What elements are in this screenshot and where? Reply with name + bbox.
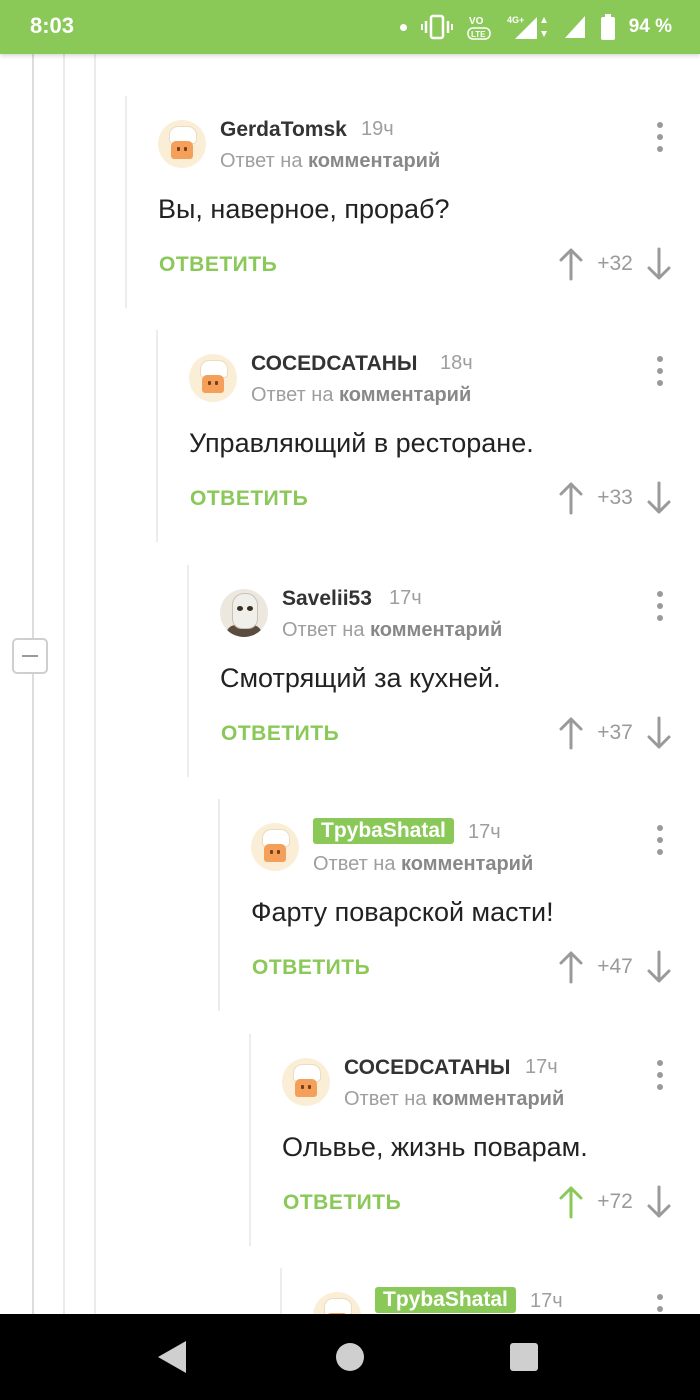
downvote-arrow-icon[interactable] xyxy=(646,247,672,281)
comment-score: +47 xyxy=(597,955,633,978)
avatar[interactable] xyxy=(189,354,237,402)
comment-score: +37 xyxy=(597,721,633,744)
vote-controls: +33 xyxy=(558,478,672,518)
avatar[interactable] xyxy=(251,823,299,871)
more-options-icon[interactable] xyxy=(656,591,664,621)
battery-icon xyxy=(600,14,615,40)
reply-to: Ответ на комментарий xyxy=(344,1088,565,1110)
comment-text: Смотрящий за кухней. xyxy=(220,663,501,693)
comment-time: 17ч xyxy=(525,1056,558,1078)
downvote-arrow-icon[interactable] xyxy=(646,1185,672,1219)
recents-icon[interactable] xyxy=(510,1343,538,1371)
vote-controls: +72 xyxy=(558,1182,672,1222)
avatar[interactable] xyxy=(220,589,268,637)
comment-time: 17ч xyxy=(468,821,501,843)
signal-4g-icon: 4G+ xyxy=(507,15,547,39)
minus-icon xyxy=(22,655,38,657)
username[interactable]: СОСЕDСАТАНЫ xyxy=(344,1056,510,1080)
comment-score: +33 xyxy=(597,486,633,509)
more-options-icon[interactable] xyxy=(656,122,664,152)
comment: СОСЕDСАТАНЫ 18ч Ответ на комментарий Упр… xyxy=(156,330,700,542)
svg-text:LTE: LTE xyxy=(471,30,486,39)
comment: Savelii53 17ч Ответ на комментарий Смотр… xyxy=(187,565,700,777)
signal-icon xyxy=(564,16,585,38)
notification-dot-icon xyxy=(399,23,407,31)
username[interactable]: TpybaShatal xyxy=(313,818,454,844)
reply-to-link[interactable]: комментарий xyxy=(401,853,533,875)
comment-text: Вы, наверное, прораб? xyxy=(158,194,450,224)
username[interactable]: СОСЕDСАТАНЫ xyxy=(251,352,417,376)
more-options-icon[interactable] xyxy=(656,1060,664,1090)
comment-text: Фарту поварской масти! xyxy=(251,897,554,927)
avatar[interactable] xyxy=(282,1058,330,1106)
vote-controls: +32 xyxy=(558,244,672,284)
username[interactable]: GerdaTomsk xyxy=(220,118,347,142)
comment-time: 18ч xyxy=(440,352,473,374)
downvote-arrow-icon[interactable] xyxy=(646,716,672,750)
reply-to: Ответ на комментарий xyxy=(282,619,503,641)
downvote-arrow-icon[interactable] xyxy=(646,950,672,984)
upvote-arrow-icon[interactable] xyxy=(558,716,584,750)
reply-to-link[interactable]: комментарий xyxy=(432,1088,564,1110)
reply-to-link[interactable]: комментарий xyxy=(308,150,440,172)
comment-text: Ольвье, жизнь поварам. xyxy=(282,1132,588,1162)
vote-controls: +47 xyxy=(558,947,672,987)
back-icon[interactable] xyxy=(158,1341,186,1373)
more-options-icon[interactable] xyxy=(656,1294,664,1314)
reply-to-link[interactable]: комментарий xyxy=(339,384,471,406)
comment-time: 17ч xyxy=(530,1290,563,1312)
reply-to-link[interactable]: комментарий xyxy=(370,619,502,641)
reply-button[interactable]: ОТВЕТИТЬ xyxy=(221,722,339,746)
reply-to: Ответ на комментарий xyxy=(313,853,534,875)
comment: TpybaShatal 17ч Ответ на комментарий Фар… xyxy=(218,799,700,1011)
comment-score: +72 xyxy=(597,1190,633,1213)
thread-line xyxy=(94,54,96,1314)
comment-score: +32 xyxy=(597,252,633,275)
username[interactable]: Savelii53 xyxy=(282,587,372,611)
username[interactable]: TpybaShatal xyxy=(375,1287,516,1313)
avatar[interactable] xyxy=(313,1292,361,1314)
comment-time: 19ч xyxy=(361,118,394,140)
upvote-arrow-icon[interactable] xyxy=(558,950,584,984)
navigation-bar xyxy=(0,1314,700,1400)
more-options-icon[interactable] xyxy=(656,825,664,855)
svg-text:VO: VO xyxy=(469,16,484,27)
thread-line xyxy=(63,54,65,1314)
volte-icon: VO LTE xyxy=(466,16,491,40)
more-options-icon[interactable] xyxy=(656,356,664,386)
reply-to: Ответ на комментарий xyxy=(251,384,472,406)
reply-to: Ответ на комментарий xyxy=(220,150,441,172)
status-icons: VO LTE 4G+ 94 % xyxy=(399,12,672,42)
reply-button[interactable]: ОТВЕТИТЬ xyxy=(283,1191,401,1215)
comment: TpybaShatal 17ч xyxy=(280,1268,700,1314)
status-time: 8:03 xyxy=(30,13,75,38)
status-bar: 8:03 VO LTE 4G+ 94 % xyxy=(0,0,700,54)
battery-percent: 94 % xyxy=(628,16,672,37)
reply-button[interactable]: ОТВЕТИТЬ xyxy=(252,956,370,980)
thread-line xyxy=(32,54,34,1314)
upvote-arrow-icon[interactable] xyxy=(558,247,584,281)
upvote-arrow-icon[interactable] xyxy=(558,481,584,515)
reply-button[interactable]: ОТВЕТИТЬ xyxy=(190,487,308,511)
home-icon[interactable] xyxy=(336,1343,364,1371)
comment: СОСЕDСАТАНЫ 17ч Ответ на комментарий Оль… xyxy=(249,1034,700,1246)
upvote-arrow-icon[interactable] xyxy=(558,1185,584,1219)
collapse-thread-button[interactable] xyxy=(12,638,48,674)
svg-text:4G+: 4G+ xyxy=(507,15,524,25)
reply-button[interactable]: ОТВЕТИТЬ xyxy=(159,253,277,277)
avatar[interactable] xyxy=(158,120,206,168)
vote-controls: +37 xyxy=(558,713,672,753)
vibrate-icon xyxy=(420,14,453,40)
downvote-arrow-icon[interactable] xyxy=(646,481,672,515)
comment: GerdaTomsk 19ч Ответ на комментарий Вы, … xyxy=(125,96,700,308)
comment-text: Управляющий в ресторане. xyxy=(189,428,534,458)
comment-time: 17ч xyxy=(389,587,422,609)
